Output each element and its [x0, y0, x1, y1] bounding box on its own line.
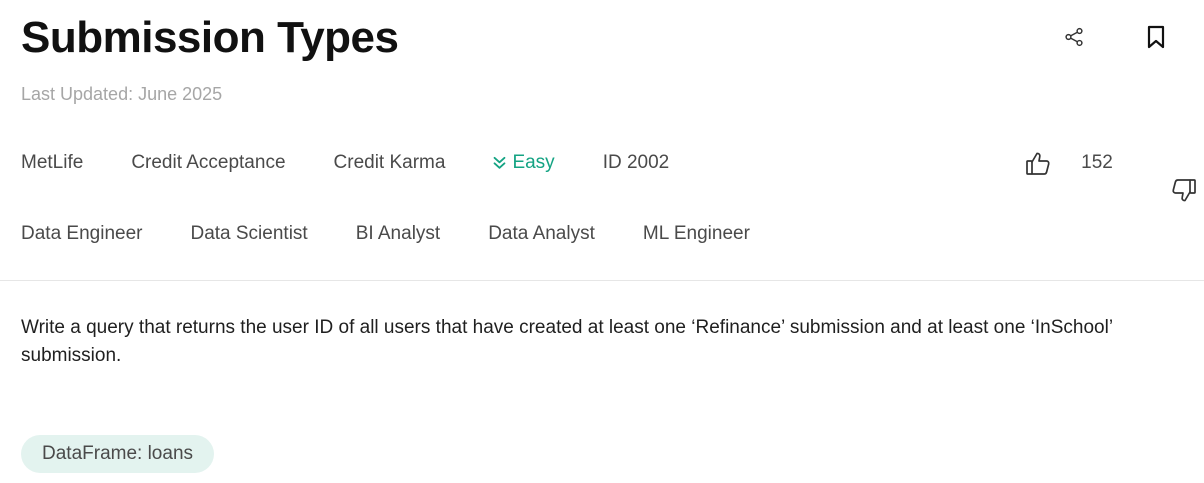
company-tag-credit-karma[interactable]: Credit Karma [334, 151, 446, 175]
vote-count: 152 [1081, 152, 1113, 173]
difficulty-label: Easy [512, 152, 555, 173]
last-updated-text: Last Updated: June 2025 [21, 84, 223, 104]
thumbs-up-icon[interactable] [1022, 147, 1054, 179]
question-id: ID 2002 [602, 152, 670, 173]
share-icon [1063, 26, 1085, 48]
question-meta-row: MetLife Credit Acceptance Credit Karma E… [21, 151, 669, 175]
company-tag-metlife[interactable]: MetLife [21, 151, 83, 175]
difficulty-badge: Easy [493, 151, 555, 175]
page-title: Submission Types [21, 13, 399, 62]
role-tag-data-engineer[interactable]: Data Engineer [21, 222, 142, 246]
role-tag-data-analyst[interactable]: Data Analyst [488, 222, 595, 246]
double-chevron-down-icon [493, 156, 506, 170]
thumbs-down-icon[interactable] [1140, 147, 1196, 202]
roles-row: Data Engineer Data Scientist BI Analyst … [21, 222, 750, 246]
question-text: Write a query that returns the user ID o… [21, 317, 1113, 366]
role-tag-bi-analyst[interactable]: BI Analyst [356, 222, 441, 246]
share-button[interactable] [1058, 21, 1090, 53]
dataframe-chip[interactable]: DataFrame: loans [21, 435, 215, 473]
vote-widget: 152 [1022, 146, 1196, 202]
section-divider [0, 280, 1204, 281]
company-tag-credit-acceptance[interactable]: Credit Acceptance [131, 151, 285, 175]
bookmark-icon [1144, 24, 1168, 50]
role-tag-data-scientist[interactable]: Data Scientist [190, 222, 307, 246]
role-tag-ml-engineer[interactable]: ML Engineer [643, 222, 750, 246]
bookmark-button[interactable] [1140, 21, 1172, 53]
